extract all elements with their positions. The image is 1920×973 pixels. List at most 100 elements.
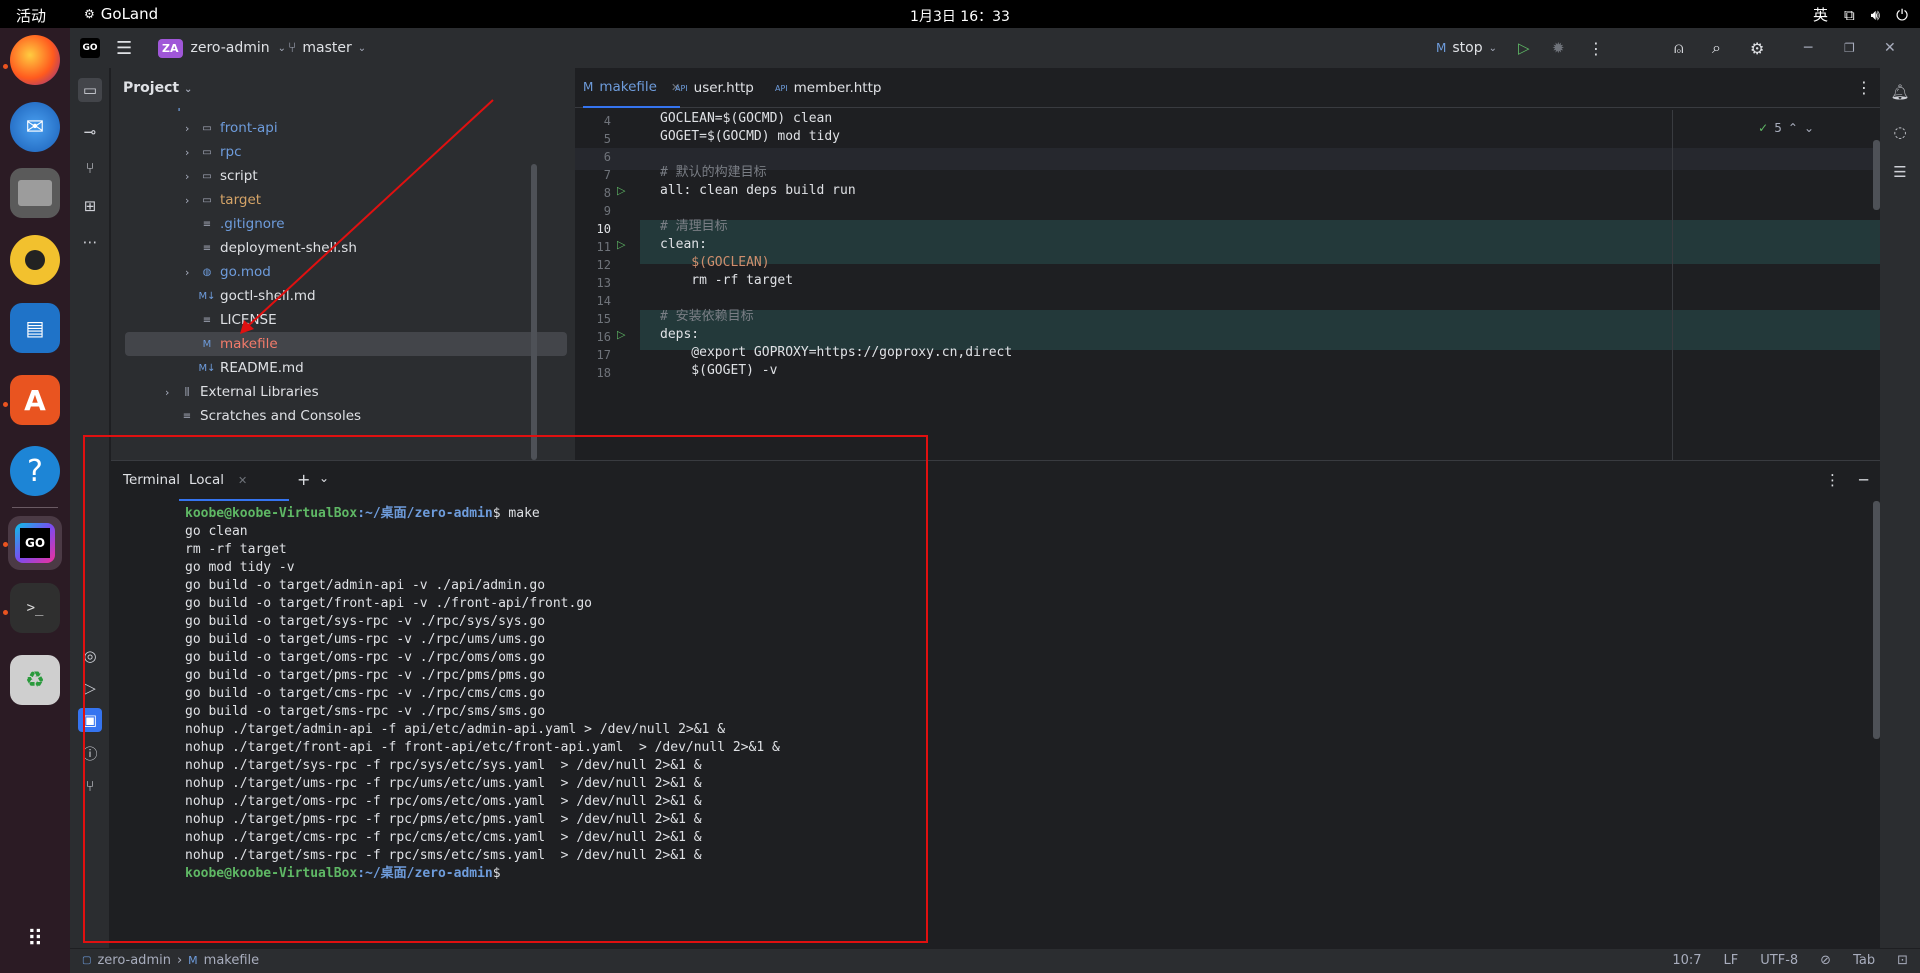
running-indicator <box>3 64 8 69</box>
tree-item-scratches-and-consoles[interactable]: ≡ Scratches and Consoles <box>179 404 361 428</box>
lock-icon[interactable]: ⊡ <box>1897 953 1908 968</box>
chevron-down-icon: ⌄ <box>183 84 193 95</box>
tree-item-deployment-shell-sh[interactable]: ≡ deployment-shell.sh <box>199 236 357 260</box>
writer-icon[interactable]: ▤ <box>10 303 60 353</box>
tree-item-front-api[interactable]: › ▭ front-api <box>185 116 278 140</box>
make-icon: M <box>202 338 212 350</box>
module-icon: ▢ <box>82 955 92 966</box>
search-icon[interactable]: ⌕ <box>1712 28 1721 68</box>
network-icon[interactable]: ⧉ <box>1844 6 1855 24</box>
system-tray[interactable]: 英 ⧉ 🔊︎ ⏻ <box>1813 4 1908 25</box>
tree-item-goctl-shell-md[interactable]: M↓ goctl-shell.md <box>199 284 316 308</box>
settings-gear-icon[interactable]: ⚙ <box>1750 28 1764 68</box>
chevron-right-icon[interactable]: › <box>185 194 199 207</box>
notifications-icon[interactable]: 🔔︎ <box>1888 80 1912 104</box>
firefox-icon[interactable] <box>10 35 60 85</box>
volume-icon[interactable]: 🔊︎ <box>1871 6 1880 24</box>
tree-item-label: External Libraries <box>200 384 319 400</box>
inspection-widget[interactable]: ✓ 5 ⌃ ⌄ <box>1758 121 1814 135</box>
close-window-icon[interactable]: ✕ <box>1884 28 1896 68</box>
chevron-right-icon[interactable]: › <box>185 170 199 183</box>
trash-icon[interactable]: ♻ <box>10 655 60 705</box>
project-name: zero-admin <box>190 40 270 56</box>
more-tools-icon[interactable]: ⋯ <box>78 230 102 254</box>
tree-item-rpc[interactable]: › ▭ rpc <box>185 140 242 164</box>
debug-icon[interactable]: ✹ <box>1552 28 1565 68</box>
branch-name: master <box>302 40 352 56</box>
tree-item-go-mod[interactable]: › ◍ go.mod <box>185 260 271 284</box>
project-tool-icon[interactable]: ▭ <box>78 78 102 102</box>
tree-item-license[interactable]: ≡ LICENSE <box>199 308 277 332</box>
rhythmbox-icon[interactable] <box>10 235 60 285</box>
files-icon[interactable] <box>10 168 60 218</box>
tree-item-readme-md[interactable]: M↓ README.md <box>199 356 304 380</box>
tabs-more-icon[interactable]: ⋮ <box>1856 78 1872 97</box>
pull-requests-icon[interactable]: ⑂ <box>78 156 102 180</box>
line-number: 17 <box>596 348 611 362</box>
tree-item-target[interactable]: › ▭ target <box>185 188 261 212</box>
line-number: 18 <box>596 366 611 380</box>
main-menu-icon[interactable]: ☰ <box>116 28 132 68</box>
code-line: GOGET=$(GOCMD) mod tidy <box>660 129 841 144</box>
tree-item-external-libraries[interactable]: › ⫼ External Libraries <box>165 380 319 404</box>
chevron-right-icon[interactable]: › <box>185 122 199 135</box>
chevron-down-icon[interactable]: ⌄ <box>1804 121 1814 135</box>
run-icon[interactable]: ▷ <box>1518 28 1530 68</box>
line-number: 6 <box>603 150 611 164</box>
project-panel-header[interactable]: Project ⌄ <box>123 80 192 96</box>
goland-logo-icon: GO <box>80 28 100 68</box>
editor-scrollbar[interactable] <box>1873 140 1880 210</box>
chevron-right-icon[interactable]: › <box>185 146 199 159</box>
line-separator[interactable]: LF <box>1724 953 1739 968</box>
editor-tab-makefile[interactable]: Mmakefile ✕ <box>583 68 681 108</box>
goland-icon[interactable]: GO <box>8 516 62 570</box>
gutter-run-icon[interactable]: ▷ <box>617 328 625 341</box>
hide-panel-icon[interactable]: ─ <box>1859 471 1868 489</box>
branch-selector[interactable]: ⑂ master ⌄ <box>288 28 366 68</box>
show-apps-icon[interactable]: ⠿ <box>10 914 60 964</box>
editor-tab-user-http[interactable]: API user.http <box>675 68 754 108</box>
indent-setting[interactable]: Tab <box>1853 953 1875 968</box>
readonly-toggle-icon[interactable]: ⊘ <box>1820 953 1831 968</box>
tab-label: makefile <box>599 79 657 95</box>
tree-item-label: README.md <box>220 360 304 376</box>
run-config-selector[interactable]: M stop ⌄ <box>1436 28 1497 68</box>
editor-tab-member-http[interactable]: API member.http <box>775 68 881 108</box>
breadcrumb-file[interactable]: makefile <box>204 953 260 968</box>
terminal-options-icon[interactable]: ⋮ <box>1825 471 1840 489</box>
add-user-icon[interactable]: ⍝ <box>1674 28 1684 68</box>
tree-item-script[interactable]: › ▭ script <box>185 164 258 188</box>
project-selector[interactable]: ZA zero-admin ⌄ <box>158 28 286 68</box>
tree-item-makefile[interactable]: Mmakefile <box>125 332 567 356</box>
breadcrumb-project[interactable]: zero-admin <box>97 953 171 968</box>
ime-indicator[interactable]: 英 <box>1813 4 1828 25</box>
commit-icon[interactable]: ⊸ <box>78 120 102 144</box>
file-encoding[interactable]: UTF-8 <box>1760 953 1798 968</box>
tree-item-partial[interactable]: ap <box>169 108 186 116</box>
database-icon[interactable]: ☰ <box>1888 160 1912 184</box>
ai-assistant-icon[interactable]: ◌ <box>1888 120 1912 144</box>
app-center-icon[interactable]: A <box>10 375 60 425</box>
terminal-scrollbar[interactable] <box>1873 501 1880 739</box>
minimize-icon[interactable]: ─ <box>1804 28 1812 68</box>
terminal-app-icon[interactable]: >_ <box>10 583 60 633</box>
help-icon[interactable]: ? <box>10 446 60 496</box>
project-scrollbar[interactable] <box>531 164 537 460</box>
gutter-run-icon[interactable]: ▷ <box>617 184 625 197</box>
chevron-up-icon[interactable]: ⌃ <box>1788 121 1798 135</box>
breadcrumb[interactable]: ▢ zero-admin › M makefile <box>82 953 259 968</box>
lib-icon: ⫼ <box>184 386 190 398</box>
chevron-right-icon[interactable]: › <box>185 266 199 279</box>
folder-icon: ▭ <box>202 170 212 182</box>
thunderbird-icon[interactable]: ✉ <box>10 102 60 152</box>
more-actions-icon[interactable]: ⋮ <box>1588 28 1604 68</box>
tree-item-gitignore[interactable]: ≡ .gitignore <box>199 212 285 236</box>
line-number: 10 <box>596 222 611 236</box>
clock[interactable]: 1月3日 16：33 <box>0 6 1920 26</box>
chevron-right-icon[interactable]: › <box>165 386 179 399</box>
caret-position[interactable]: 10:7 <box>1672 953 1701 968</box>
gutter-run-icon[interactable]: ▷ <box>617 238 625 251</box>
structure-icon[interactable]: ⊞ <box>78 194 102 218</box>
restore-icon[interactable]: ❐ <box>1844 28 1855 68</box>
power-icon[interactable]: ⏻ <box>1896 6 1908 24</box>
